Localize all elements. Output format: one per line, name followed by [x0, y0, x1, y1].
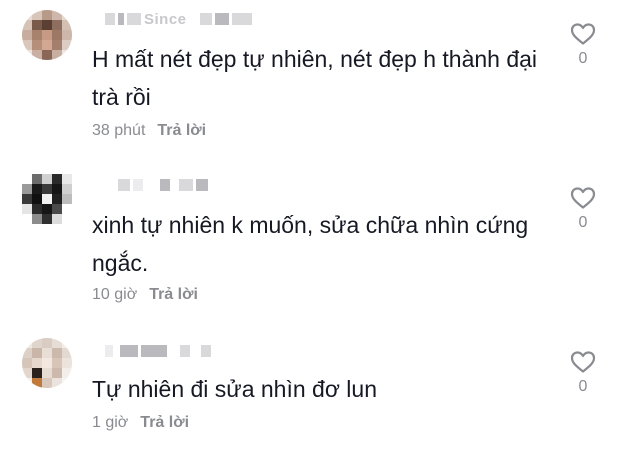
like-count: 0 — [578, 50, 588, 67]
like-control[interactable]: 0 — [568, 186, 598, 232]
comment-time: 1 giờ — [92, 414, 129, 431]
comment-text: Tự nhiên đi sửa nhìn đơ lun — [92, 376, 377, 402]
comment-meta: 10 giờ Trả lời — [92, 286, 198, 304]
comment-meta: 1 giờ Trả lời — [92, 414, 189, 432]
heart-outline-icon[interactable] — [570, 350, 596, 374]
comment-text: xinh tự nhiên k muốn, sửa chữa nhìn cứng… — [92, 212, 529, 276]
comment-item: xinh tự nhiên k muốn, sửa chữa nhìn cứng… — [0, 160, 620, 310]
heart-outline-icon[interactable] — [570, 186, 596, 210]
username-fragment: Since — [144, 10, 187, 28]
like-count: 0 — [578, 378, 588, 395]
comment-item: Since H mất nét đẹp tự nhiên, nét đẹp h … — [0, 0, 620, 150]
comment-text: H mất nét đẹp tự nhiên, nét đẹp h thành … — [92, 46, 538, 110]
username[interactable] — [105, 344, 211, 358]
like-control[interactable]: 0 — [568, 22, 598, 68]
avatar[interactable] — [22, 174, 72, 224]
reply-button[interactable]: Trả lời — [149, 286, 198, 304]
like-count: 0 — [578, 214, 588, 231]
reply-button[interactable]: Trả lời — [157, 122, 206, 140]
username[interactable] — [118, 178, 208, 192]
avatar[interactable] — [22, 338, 72, 388]
comment-time: 10 giờ — [92, 286, 138, 303]
comment-meta: 38 phút Trả lời — [92, 122, 206, 140]
comment-item: Tự nhiên đi sửa nhìn đơ lun 1 giờ Trả lờ… — [0, 330, 620, 460]
comment-time: 38 phút — [92, 122, 146, 139]
username[interactable]: Since — [105, 10, 252, 28]
like-control[interactable]: 0 — [568, 350, 598, 396]
heart-outline-icon[interactable] — [570, 22, 596, 46]
avatar[interactable] — [22, 10, 72, 60]
reply-button[interactable]: Trả lời — [140, 414, 189, 432]
